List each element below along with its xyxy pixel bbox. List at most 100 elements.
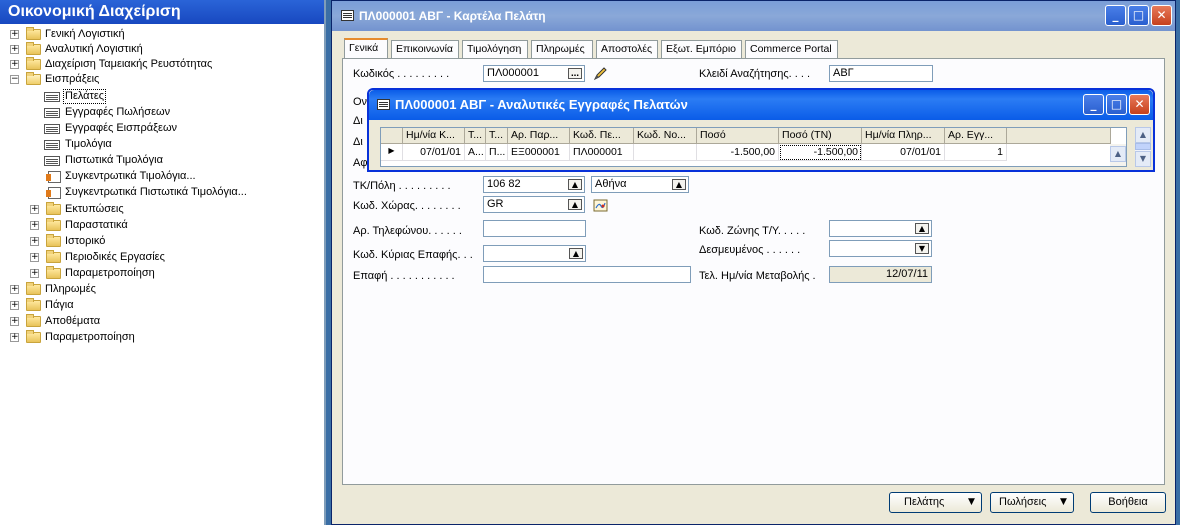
edit-pencil-icon[interactable] xyxy=(593,66,608,81)
code-label: Κωδικός . . . . . . . . . xyxy=(353,68,450,80)
scroll-thumb[interactable] xyxy=(1135,143,1151,150)
expand-icon[interactable]: + xyxy=(30,269,39,278)
code-field[interactable]: ΠΛ000001 … xyxy=(483,65,585,82)
maximize-button[interactable]: □ xyxy=(1106,94,1127,115)
column-header[interactable]: Τ... xyxy=(486,128,508,144)
tab-communication[interactable]: Επικοινωνία xyxy=(391,40,459,58)
minimize-button[interactable]: _ xyxy=(1105,5,1126,26)
table-cell[interactable]: 07/01/01 xyxy=(403,144,465,161)
lookup-button[interactable]: … xyxy=(568,68,582,79)
expand-icon[interactable]: + xyxy=(10,60,19,69)
tab-general[interactable]: Γενικά xyxy=(344,38,388,59)
nav-item-inventory[interactable]: + Αποθέματα xyxy=(8,314,308,329)
expand-icon[interactable]: + xyxy=(30,253,39,262)
nav-item-setup[interactable]: + Παραμετροποίηση xyxy=(8,266,308,281)
nav-item-combined-invoices[interactable]: Συγκεντρωτικά Τιμολόγια... xyxy=(8,169,308,184)
contact-field[interactable] xyxy=(483,266,691,283)
customer-menu-button[interactable]: Πελάτης ▼ xyxy=(889,492,982,513)
primary-contact-lookup-arrow-icon[interactable]: ▲ xyxy=(569,248,583,259)
scroll-up-icon[interactable]: ▲ xyxy=(1110,146,1126,162)
tab-payments[interactable]: Πληρωμές xyxy=(531,40,593,58)
expand-icon[interactable]: + xyxy=(10,317,19,326)
tab-invoicing[interactable]: Τιμολόγηση xyxy=(462,40,528,58)
table-cell[interactable]: ΠΛ000001 xyxy=(570,144,634,161)
table-cell[interactable]: -1.500,00 xyxy=(697,144,779,161)
nav-item-periodic-tasks[interactable]: + Περιοδικές Εργασίες xyxy=(8,250,308,265)
map-icon[interactable] xyxy=(593,198,608,213)
expand-icon[interactable]: + xyxy=(10,301,19,310)
scroll-down-icon[interactable]: ▼ xyxy=(1135,151,1151,167)
table-cell[interactable]: Α... xyxy=(465,144,486,161)
tab-shipping[interactable]: Αποστολές xyxy=(596,40,658,58)
help-button[interactable]: Βοήθεια xyxy=(1090,492,1166,513)
nav-item-invoices[interactable]: Τιμολόγια xyxy=(8,137,308,152)
nav-item-combined-credit-invoices[interactable]: Συγκεντρωτικά Πιστωτικά Τιμολόγια... xyxy=(8,185,318,200)
expand-icon[interactable]: + xyxy=(30,237,39,246)
table-cell[interactable]: Π... xyxy=(486,144,508,161)
nav-item-reports[interactable]: + Εκτυπώσεις xyxy=(8,202,308,217)
grid-scrollbar[interactable]: ▲ xyxy=(1110,144,1126,166)
table-cell-focused[interactable]: -1.500,00 xyxy=(779,144,862,161)
row-selector-icon[interactable]: ▶ xyxy=(381,144,403,161)
expand-icon[interactable]: + xyxy=(10,285,19,294)
city-field[interactable]: Αθήνα ▲ xyxy=(591,176,689,193)
primary-contact-field[interactable]: ▲ xyxy=(483,245,586,262)
close-button[interactable]: ✕ xyxy=(1151,5,1172,26)
tab-foreign-trade[interactable]: Εξωτ. Εμπόριο xyxy=(661,40,742,58)
nav-item-customers[interactable]: Πελάτες xyxy=(8,89,308,104)
nav-item-cash-flow[interactable]: + Διαχείριση Ταμειακής Ρευστότητας xyxy=(8,57,308,72)
expand-icon[interactable]: + xyxy=(30,205,39,214)
customer-card-titlebar[interactable]: ΠΛ000001 ΑΒΓ - Καρτέλα Πελάτη _ □ ✕ xyxy=(332,1,1175,31)
column-header[interactable]: Ποσό xyxy=(697,128,779,144)
table-cell[interactable]: ΕΞ000001 xyxy=(508,144,570,161)
nav-item-credit-invoices[interactable]: Πιστωτικά Τιμολόγια xyxy=(8,153,308,168)
search-key-field[interactable]: ΑΒΓ xyxy=(829,65,933,82)
nav-item-documents[interactable]: + Παραστατικά xyxy=(8,218,308,233)
nav-item-history[interactable]: + Ιστορικό xyxy=(8,234,308,249)
ledger-titlebar[interactable]: ΠΛ000001 ΑΒΓ - Αναλυτικές Εγγραφές Πελατ… xyxy=(369,90,1153,120)
dropdown-arrow-icon[interactable]: ▼ xyxy=(915,243,929,254)
expand-icon[interactable]: + xyxy=(10,30,19,39)
country-lookup-arrow-icon[interactable]: ▲ xyxy=(568,199,582,210)
window-scrollbar[interactable]: ▲ ▼ xyxy=(1135,127,1151,167)
zip-lookup-arrow-icon[interactable]: ▲ xyxy=(568,179,582,190)
expand-icon[interactable]: + xyxy=(10,333,19,342)
scroll-up-icon[interactable]: ▲ xyxy=(1135,127,1151,143)
expand-icon[interactable]: + xyxy=(30,221,39,230)
column-header[interactable]: Αρ. Παρ... xyxy=(508,128,570,144)
zone-lookup-arrow-icon[interactable]: ▲ xyxy=(915,223,929,234)
nav-item-cost-accounting[interactable]: + Αναλυτική Λογιστική xyxy=(8,42,308,57)
table-cell[interactable]: 07/01/01 xyxy=(862,144,945,161)
column-header[interactable]: Κωδ. Πε... xyxy=(570,128,634,144)
expand-icon[interactable]: + xyxy=(10,45,19,54)
nav-item-receivables[interactable]: − Εισπράξεις xyxy=(8,72,308,87)
zip-field[interactable]: 106 82 ▲ xyxy=(483,176,585,193)
nav-item-payables[interactable]: + Πληρωμές xyxy=(8,282,308,297)
nav-item-fixed-assets[interactable]: + Πάγια xyxy=(8,298,308,313)
table-cell[interactable] xyxy=(634,144,697,161)
table-cell[interactable]: 1 xyxy=(945,144,1007,161)
nav-item-receipt-entries[interactable]: Εγγραφές Εισπράξεων xyxy=(8,121,308,136)
column-header[interactable]: Κωδ. Νο... xyxy=(634,128,697,144)
minimize-button[interactable]: _ xyxy=(1083,94,1104,115)
tab-commerce-portal[interactable]: Commerce Portal xyxy=(745,40,838,58)
sales-menu-button[interactable]: Πωλήσεις ▼ xyxy=(990,492,1074,513)
city-lookup-arrow-icon[interactable]: ▲ xyxy=(672,179,686,190)
column-header[interactable]: Ημ/νία Κ... xyxy=(403,128,465,144)
column-header[interactable]: Τ... xyxy=(465,128,486,144)
column-header[interactable]: Ημ/νία Πληρ... xyxy=(862,128,945,144)
column-header[interactable]: Ποσό (ΤΝ) xyxy=(779,128,862,144)
zone-field[interactable]: ▲ xyxy=(829,220,932,237)
nav-item-setup-root[interactable]: + Παραμετροποίηση xyxy=(8,330,308,345)
collapse-icon[interactable]: − xyxy=(10,75,19,84)
ledger-entries-grid[interactable]: Ημ/νία Κ... Τ... Τ... Αρ. Παρ... Κωδ. Πε… xyxy=(380,127,1127,167)
nav-item-general-ledger[interactable]: + Γενική Λογιστική xyxy=(8,27,308,42)
phone-field[interactable] xyxy=(483,220,586,237)
close-button[interactable]: ✕ xyxy=(1129,94,1150,115)
column-header[interactable]: Αρ. Εγγ... xyxy=(945,128,1007,144)
folder-icon xyxy=(26,330,41,343)
maximize-button[interactable]: □ xyxy=(1128,5,1149,26)
country-field[interactable]: GR ▲ xyxy=(483,196,585,213)
nav-item-sales-entries[interactable]: Εγγραφές Πωλήσεων xyxy=(8,105,308,120)
blocked-dropdown[interactable]: ▼ xyxy=(829,240,932,257)
